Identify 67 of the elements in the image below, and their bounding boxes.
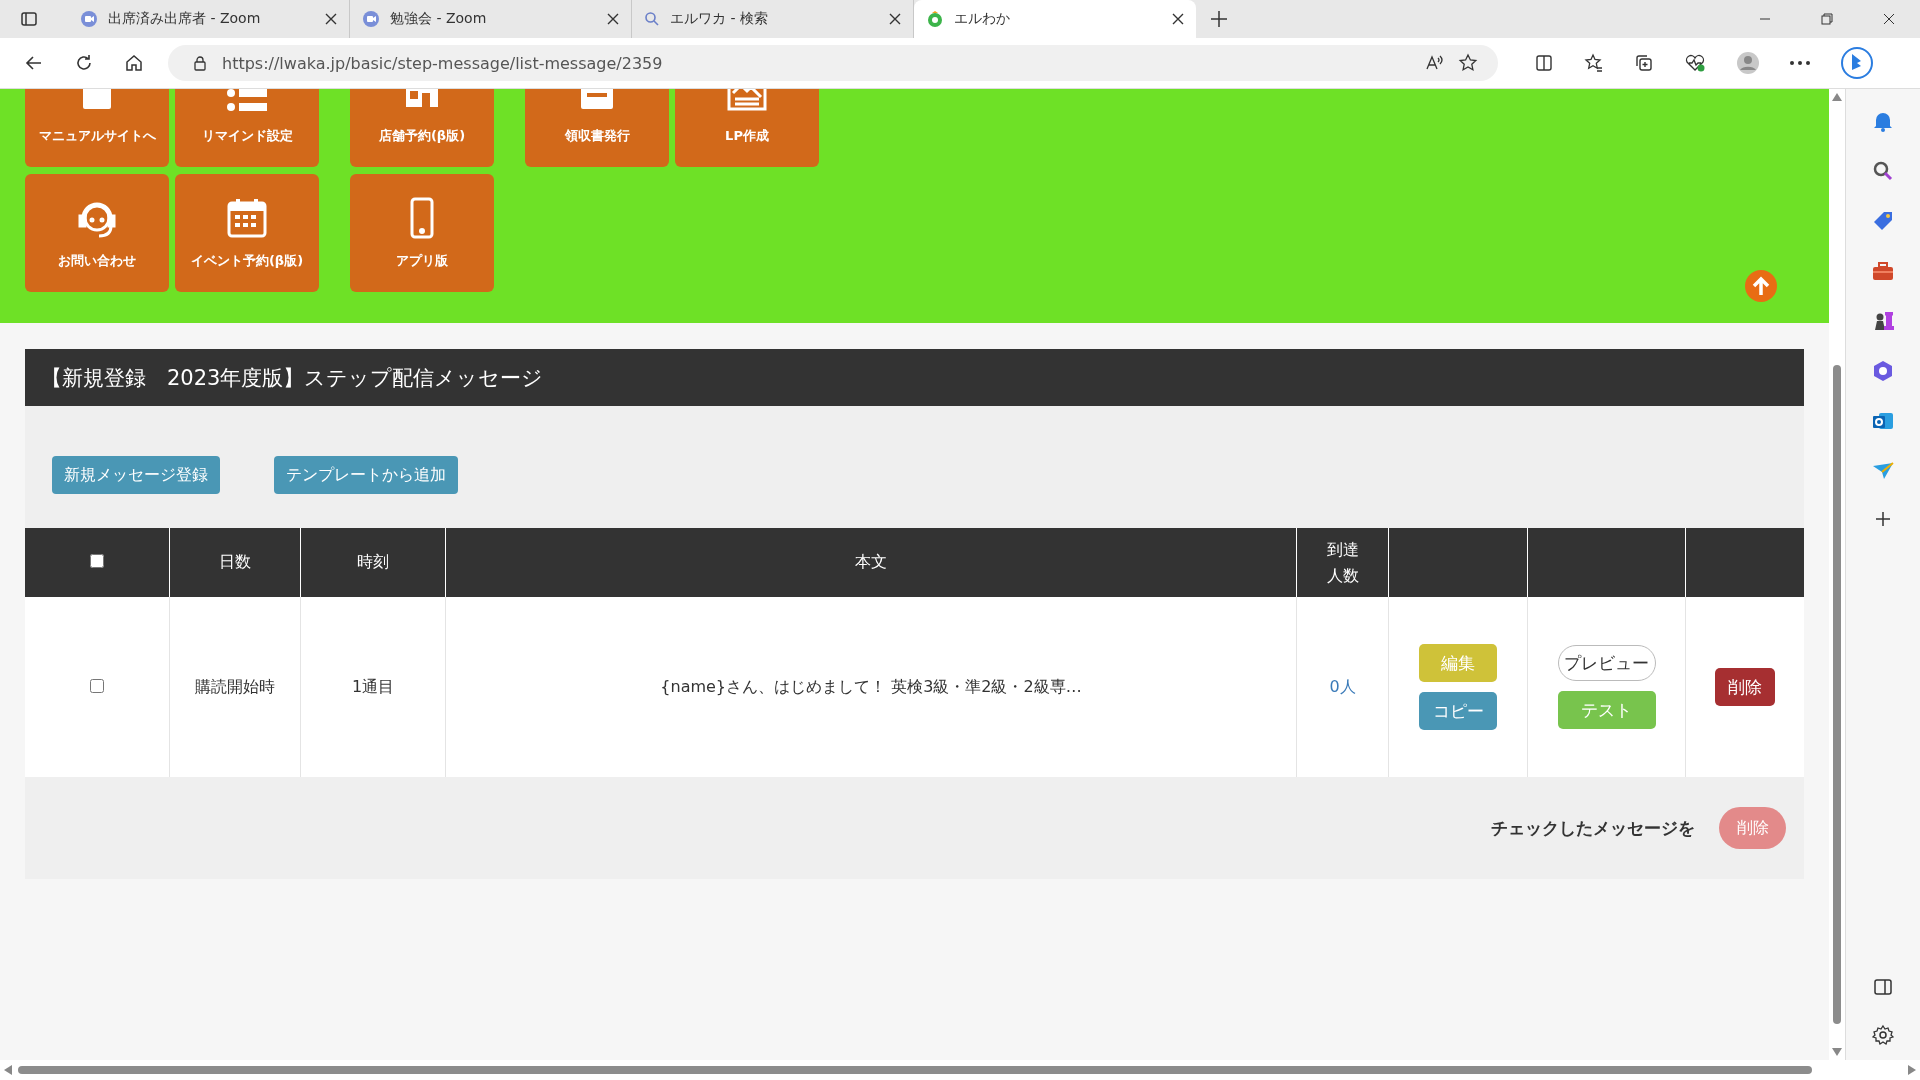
row-checkbox[interactable] — [90, 678, 104, 693]
sidebar-panel-icon[interactable] — [1872, 976, 1894, 998]
search-icon — [644, 11, 660, 27]
split-screen-icon[interactable] — [1534, 53, 1554, 73]
lock-icon — [192, 55, 208, 71]
vertical-scrollbar[interactable] — [1829, 89, 1846, 1060]
scroll-down-icon[interactable] — [1832, 1048, 1842, 1056]
recipient-count-link[interactable]: 0人 — [1329, 676, 1356, 696]
scroll-up-icon[interactable] — [1832, 93, 1842, 101]
column-header: 到達人数 — [1296, 528, 1389, 597]
close-icon[interactable] — [1882, 12, 1896, 26]
plus-icon[interactable] — [1873, 509, 1893, 529]
menu-tile[interactable]: リマインド設定 — [175, 89, 319, 167]
address-field[interactable]: https://lwaka.jp/basic/step-message/list-message/2359 — [168, 45, 1498, 81]
toolbox-icon[interactable] — [1871, 259, 1895, 283]
row-action-button[interactable]: テスト — [1557, 691, 1656, 729]
bulk-action-label: チェックしたメッセージを — [1491, 816, 1695, 840]
menu-tile[interactable]: 店舗予約(β版) — [350, 89, 494, 167]
action-button[interactable]: 新規メッセージ登録 — [52, 456, 220, 494]
menu-tile[interactable]: アプリ版 — [350, 174, 494, 292]
close-tab-icon[interactable] — [1172, 13, 1184, 25]
panel-title: 【新規登録 2023年度版】ステップ配信メッセージ — [25, 349, 1804, 406]
favorites-icon[interactable] — [1584, 53, 1604, 73]
column-header: 時刻 — [300, 528, 446, 597]
video-app-icon — [362, 10, 380, 28]
tab-title: エルわか — [954, 10, 1011, 28]
column-header: 日数 — [169, 528, 301, 597]
more-menu-icon[interactable] — [1790, 61, 1810, 65]
table-cell: 購読開始時 — [169, 597, 301, 777]
menu-tile[interactable]: マニュアルサイトへ — [25, 89, 169, 167]
scroll-left-icon[interactable] — [4, 1065, 12, 1075]
collections-icon[interactable] — [1634, 53, 1654, 73]
tab-title: エルワカ - 検索 — [670, 10, 769, 28]
table-cell: {name}さん、はじめまして！ 英検3級・準2級・2級専… — [445, 597, 1297, 777]
close-tab-icon[interactable] — [889, 13, 901, 25]
menu-tile[interactable]: イベント予約(β版) — [175, 174, 319, 292]
calendar-icon — [225, 196, 269, 240]
row-action-button[interactable]: プレビュー — [1557, 645, 1656, 681]
tab-title: 勉強会 - Zoom — [390, 10, 488, 28]
video-app-icon — [80, 10, 98, 28]
menu-tile[interactable]: LP作成 — [675, 89, 819, 167]
refresh-icon[interactable] — [74, 53, 94, 73]
profile-avatar-icon[interactable] — [1736, 51, 1760, 75]
home-icon[interactable] — [124, 53, 144, 73]
column-header: 本文 — [445, 528, 1297, 597]
scroll-to-top-icon[interactable] — [1744, 269, 1778, 303]
table-cell: 1通目 — [300, 597, 446, 777]
select-all-checkbox[interactable] — [90, 554, 104, 568]
restore-icon[interactable] — [1820, 12, 1834, 26]
hexagon-icon[interactable] — [1871, 359, 1895, 383]
new-tab-icon[interactable] — [1210, 10, 1228, 28]
close-tab-icon[interactable] — [325, 13, 337, 25]
menu-tile[interactable]: お問い合わせ — [25, 174, 169, 292]
tab-actions-icon[interactable] — [20, 10, 38, 28]
close-tab-icon[interactable] — [607, 13, 619, 25]
scroll-right-icon[interactable] — [1908, 1065, 1916, 1075]
tab-title: 出席済み出席者 - Zoom — [108, 10, 262, 28]
settings-icon[interactable] — [1872, 1024, 1894, 1046]
menu-tile[interactable]: 領収書発行 — [525, 89, 669, 167]
row-action-button[interactable]: コピー — [1419, 692, 1497, 730]
action-button[interactable]: テンプレートから追加 — [274, 456, 458, 494]
row-action-button[interactable]: 削除 — [1715, 668, 1775, 706]
row-action-button[interactable]: 編集 — [1419, 644, 1497, 682]
browser-tab[interactable]: エルわか — [914, 0, 1196, 38]
search-icon[interactable] — [1871, 159, 1895, 183]
heartbeat-icon[interactable] — [1684, 53, 1706, 73]
star-icon[interactable] — [1458, 53, 1478, 73]
